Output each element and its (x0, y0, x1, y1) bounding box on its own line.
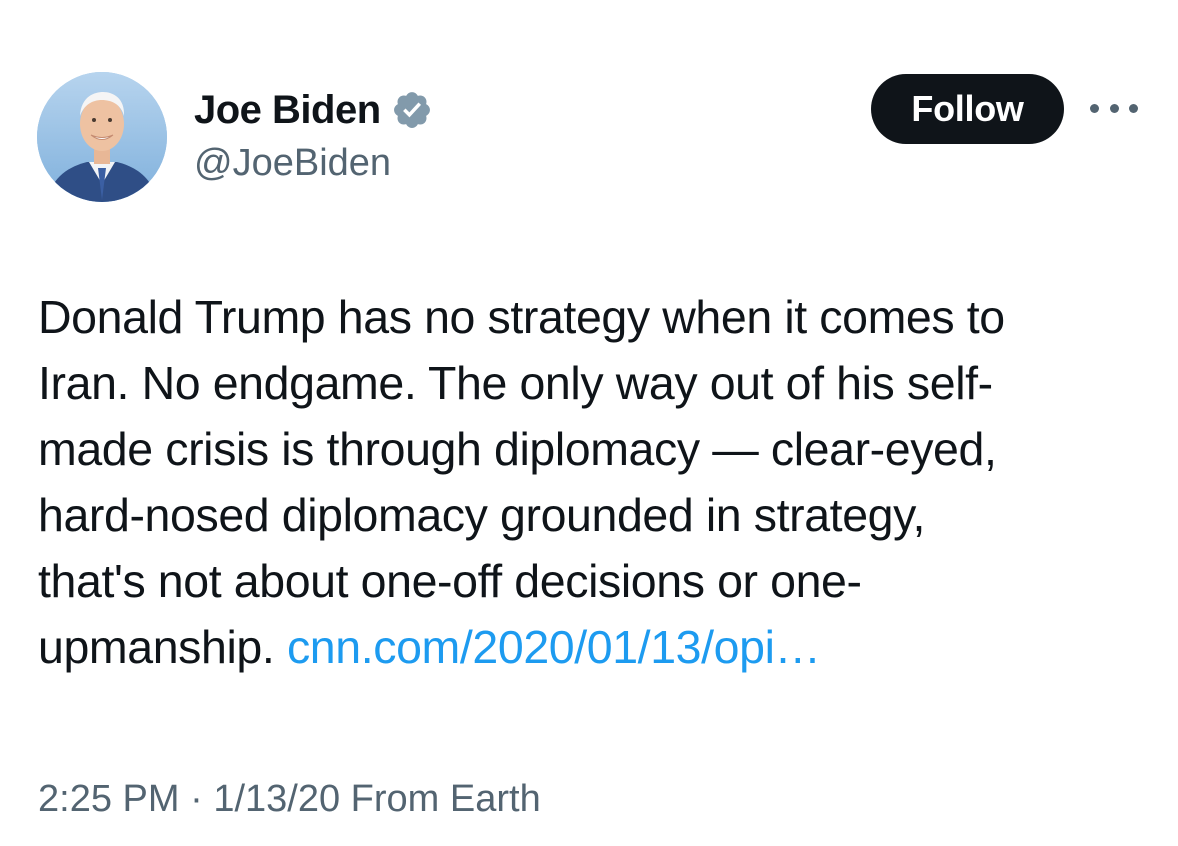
tweet-text-line: Donald Trump has no strategy when it com… (38, 291, 1005, 343)
meta-separator: · (190, 778, 203, 820)
tweet-link[interactable]: cnn.com/2020/01/13/opi… (287, 621, 821, 673)
avatar-image (37, 72, 167, 202)
tweet-text-line: hard-nosed diplomacy grounded in strateg… (38, 489, 926, 541)
follow-button[interactable]: Follow (871, 74, 1064, 144)
tweet-date[interactable]: 1/13/20 (213, 778, 340, 820)
verified-badge-icon[interactable] (391, 89, 433, 131)
more-dot (1109, 103, 1119, 113)
author-display-name[interactable]: Joe Biden (194, 86, 381, 134)
tweet-text-line: that's not about one-off decisions or on… (38, 555, 862, 607)
tweet-time[interactable]: 2:25 PM (38, 778, 180, 820)
tweet-text: Donald Trump has no strategy when it com… (38, 284, 1158, 680)
more-dot (1129, 103, 1138, 113)
more-horizontal-icon[interactable] (1090, 96, 1138, 120)
tweet-text-line: made crisis is through diplomacy — clear… (38, 423, 997, 475)
tweet-source: From Earth (350, 778, 541, 820)
tweet-text-last-line: upmanship. cnn.com/2020/01/13/opi… (38, 614, 1158, 680)
tweet-text-line: upmanship. (38, 621, 275, 673)
more-dot (1090, 103, 1099, 113)
avatar[interactable] (37, 72, 167, 202)
author-name-row: Joe Biden (194, 86, 433, 134)
tweet-metadata: 2:25 PM · 1/13/20 From Earth (38, 776, 541, 822)
author-handle[interactable]: @JoeBiden (194, 140, 391, 186)
tweet-text-line: Iran. No endgame. The only way out of hi… (38, 357, 993, 409)
